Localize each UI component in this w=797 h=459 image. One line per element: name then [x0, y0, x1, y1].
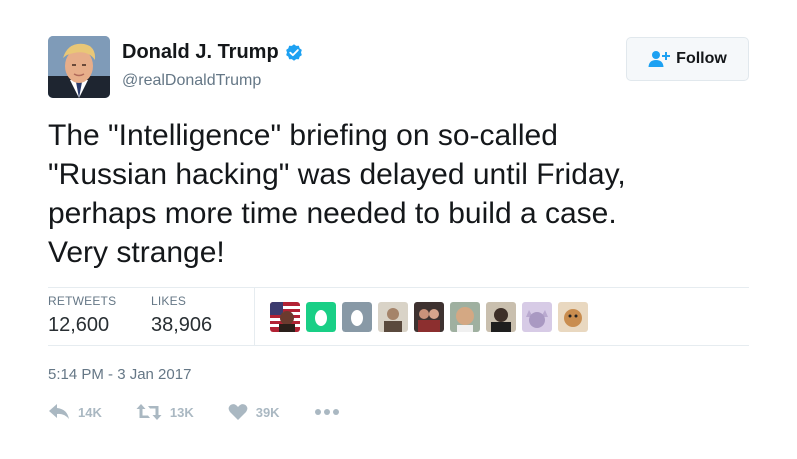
- liker-avatar-egg-green[interactable]: [306, 302, 336, 332]
- tweet-text-line: The "Intelligence" briefing on so-called: [48, 119, 558, 152]
- like-button[interactable]: 39K: [228, 403, 280, 421]
- tweet-text-line: perhaps more time needed to build a case…: [48, 197, 617, 230]
- retweet-icon: [136, 404, 162, 420]
- user-name-row: Donald J. Trump: [122, 41, 304, 64]
- liker-avatar-flag[interactable]: [270, 302, 300, 332]
- follow-button-label: Follow: [676, 50, 727, 67]
- retweets-label: RETWEETS: [48, 294, 117, 308]
- verified-badge-icon: [285, 43, 302, 61]
- retweets-stat[interactable]: RETWEETS 12,600: [48, 294, 116, 337]
- follow-button[interactable]: Follow: [626, 37, 749, 81]
- stats-divider-top: [48, 287, 749, 288]
- reply-count: 14K: [78, 404, 102, 420]
- retweet-count: 13K: [169, 404, 194, 420]
- heart-icon: [228, 404, 248, 420]
- tweet-actions: 14K 13K 39K: [48, 403, 374, 421]
- tweet-timestamp[interactable]: 5:14 PM - 3 Jan 2017: [48, 366, 191, 383]
- liker-avatar-dog[interactable]: [558, 302, 588, 332]
- likes-value: 38,906: [151, 314, 213, 336]
- stats-divider-bottom: [48, 345, 749, 346]
- more-icon: [314, 409, 339, 415]
- user-handle[interactable]: @realDonaldTrump: [122, 72, 261, 90]
- reply-button[interactable]: 14K: [48, 403, 102, 421]
- retweet-button[interactable]: 13K: [136, 403, 194, 421]
- more-button[interactable]: [314, 408, 340, 416]
- likes-label: LIKES: [151, 294, 187, 308]
- reply-icon: [49, 404, 69, 419]
- liker-avatar-egg-gray[interactable]: [342, 302, 372, 332]
- add-user-icon: [648, 51, 671, 67]
- like-count: 39K: [255, 404, 280, 420]
- tweet-text-line: Very strange!: [48, 236, 225, 269]
- likes-stat[interactable]: LIKES 38,906: [151, 294, 212, 337]
- liker-avatar-bald[interactable]: [450, 302, 480, 332]
- liker-avatars: [270, 302, 594, 332]
- liker-avatar-cat[interactable]: [522, 302, 552, 332]
- tweet-text: The "Intelligence" briefing on so-called…: [48, 116, 748, 272]
- display-name[interactable]: Donald J. Trump: [122, 41, 279, 64]
- liker-avatar-man[interactable]: [378, 302, 408, 332]
- retweets-value: 12,600: [48, 314, 110, 336]
- liker-avatar-group[interactable]: [414, 302, 444, 332]
- stats-separator: [254, 287, 255, 345]
- tweet-text-line: "Russian hacking" was delayed until Frid…: [48, 158, 626, 191]
- avatar[interactable]: [48, 36, 110, 98]
- liker-avatar-dark[interactable]: [486, 302, 516, 332]
